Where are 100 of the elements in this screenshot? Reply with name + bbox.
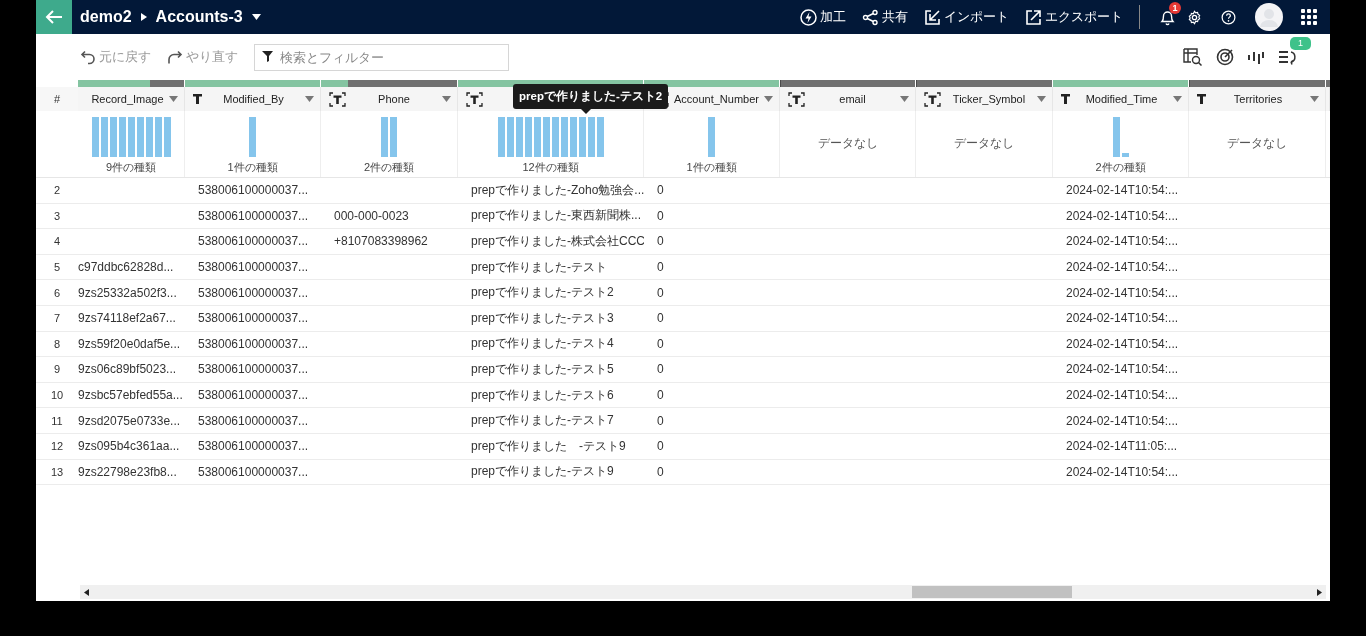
column-menu-caret-icon[interactable] — [900, 96, 909, 102]
rules-count-badge: 1 — [1290, 37, 1311, 50]
table-search-icon[interactable] — [1183, 48, 1203, 66]
dataset-title: Accounts-3 — [155, 8, 243, 26]
table-cell: 538006100000037... — [198, 285, 309, 300]
column-menu-caret-icon[interactable] — [764, 96, 773, 102]
column-name: Phone — [377, 93, 411, 105]
table-cell: 9zsbc57ebfed55a... — [78, 388, 183, 403]
table-cell: 0 — [657, 285, 664, 300]
rules-list-icon[interactable] — [1278, 49, 1298, 65]
row-number: 5 — [52, 261, 62, 274]
text-type-icon — [788, 91, 805, 107]
text-type-icon — [924, 91, 941, 107]
table-cell: 538006100000037... — [198, 413, 309, 428]
app-grid-icon[interactable] — [1301, 9, 1317, 25]
table-cell: 0 — [657, 311, 664, 326]
header-action-button[interactable]: エクスポート — [1025, 8, 1123, 26]
text-type-icon — [1061, 94, 1070, 104]
help-icon[interactable] — [1221, 9, 1236, 25]
table-cell: 9zs06c89bf5023... — [78, 362, 177, 377]
bar-chart-icon[interactable] — [1247, 50, 1265, 64]
column-name: Record_Image — [90, 93, 165, 105]
table-cell: 0 — [657, 183, 664, 198]
table-cell: 538006100000037... — [198, 362, 309, 377]
table-cell: 0 — [657, 336, 664, 351]
scroll-right-icon[interactable] — [1317, 588, 1322, 596]
row-number: 9 — [52, 363, 62, 376]
redo-icon — [167, 49, 183, 65]
column-name: Account_Number — [673, 93, 760, 105]
column-name: Territories — [1232, 93, 1284, 105]
column-menu-caret-icon[interactable] — [1037, 96, 1046, 102]
table-cell: 2024-02-14T10:54:... — [1066, 183, 1179, 198]
distinct-count-text: 1件の種類 — [227, 160, 278, 175]
table-cell: prepで作りました -テスト9 — [471, 438, 626, 453]
table-cell: 2024-02-14T10:54:... — [1066, 311, 1179, 326]
column-name: email — [838, 93, 867, 105]
column-name: Modified_Time — [1084, 93, 1159, 105]
table-cell: 2024-02-14T10:54:... — [1066, 388, 1179, 403]
column-menu-caret-icon[interactable] — [169, 96, 178, 102]
column-menu-caret-icon[interactable] — [442, 96, 451, 102]
header-action-button[interactable]: 共有 — [862, 8, 908, 26]
table-cell: prepで作りました-東西新聞株... — [471, 208, 641, 223]
no-data-text: データなし — [1227, 134, 1287, 152]
search-filter-field[interactable]: 検索とフィルター — [254, 43, 509, 71]
table-cell: 0 — [657, 413, 664, 428]
table-cell: prepで作りました-テスト2 — [471, 285, 614, 300]
table-cell: 2024-02-14T11:05:... — [1066, 439, 1178, 454]
distinct-count-text: 9件の種類 — [105, 160, 157, 175]
target-icon[interactable] — [1216, 48, 1234, 66]
table-cell: 538006100000037... — [198, 311, 309, 326]
row-number-header: # — [52, 93, 62, 105]
table-cell: 0 — [657, 464, 664, 479]
table-cell: 0 — [657, 208, 664, 223]
header-action-button[interactable]: インポート — [924, 8, 1009, 26]
table-cell: prepで作りました-テスト6 — [471, 387, 614, 402]
table-cell: 2024-02-14T10:54:... — [1066, 413, 1179, 428]
table-cell: 538006100000037... — [198, 234, 309, 249]
text-type-icon — [193, 94, 202, 104]
table-cell: prepで作りました-株式会社CCC — [471, 234, 644, 248]
table-cell: 000-000-0023 — [334, 208, 409, 223]
column-name: Ticker_Symbol — [951, 93, 1027, 105]
table-cell: 538006100000037... — [198, 464, 309, 479]
table-cell: 9zs74118ef2a67... — [78, 311, 176, 326]
table-cell: 9zs095b4c361aa... — [78, 439, 180, 454]
table-cell: prepで作りました-テスト — [471, 259, 607, 274]
table-cell: 2024-02-14T10:54:... — [1066, 208, 1179, 223]
notification-bell-icon[interactable] — [1160, 8, 1175, 26]
tooltip: prepで作りました-テスト2 — [513, 84, 669, 114]
share-icon — [862, 8, 879, 26]
table-cell: 0 — [657, 260, 664, 275]
table-cell: prepで作りました-テスト5 — [471, 361, 614, 376]
table-cell: 538006100000037... — [198, 260, 309, 275]
column-menu-caret-icon[interactable] — [1173, 96, 1182, 102]
table-cell: prepで作りました-Zoho勉強会... — [471, 182, 644, 197]
row-number: 11 — [50, 414, 64, 427]
filter-icon — [262, 49, 275, 63]
table-cell: 538006100000037... — [198, 439, 309, 454]
table-cell: 0 — [657, 234, 664, 249]
header-action-button[interactable]: 加工 — [800, 8, 846, 26]
column-menu-caret-icon[interactable] — [305, 96, 314, 102]
text-type-icon — [1197, 94, 1206, 104]
row-number: 7 — [52, 312, 62, 325]
table-cell: c97ddbc62828d... — [78, 260, 174, 275]
text-type-icon — [466, 91, 483, 107]
table-cell: 538006100000037... — [198, 183, 309, 198]
horizontal-scrollbar[interactable] — [80, 585, 1326, 599]
row-number: 4 — [52, 235, 62, 248]
back-button[interactable] — [36, 0, 72, 34]
table-cell: 538006100000037... — [198, 388, 309, 403]
dropdown-caret-icon[interactable] — [251, 14, 261, 20]
scroll-left-icon[interactable] — [84, 588, 89, 596]
table-cell: 538006100000037... — [198, 208, 309, 223]
table-cell: 9zs25332a502f3... — [78, 285, 177, 300]
column-menu-caret-icon[interactable] — [1310, 96, 1319, 102]
settings-icon[interactable] — [1187, 9, 1202, 25]
workspace-link[interactable]: demo2 — [80, 8, 132, 26]
row-number: 13 — [49, 465, 65, 478]
breadcrumb-arrow-icon — [140, 13, 147, 21]
avatar[interactable] — [1255, 3, 1283, 31]
no-data-text: データなし — [954, 134, 1014, 152]
